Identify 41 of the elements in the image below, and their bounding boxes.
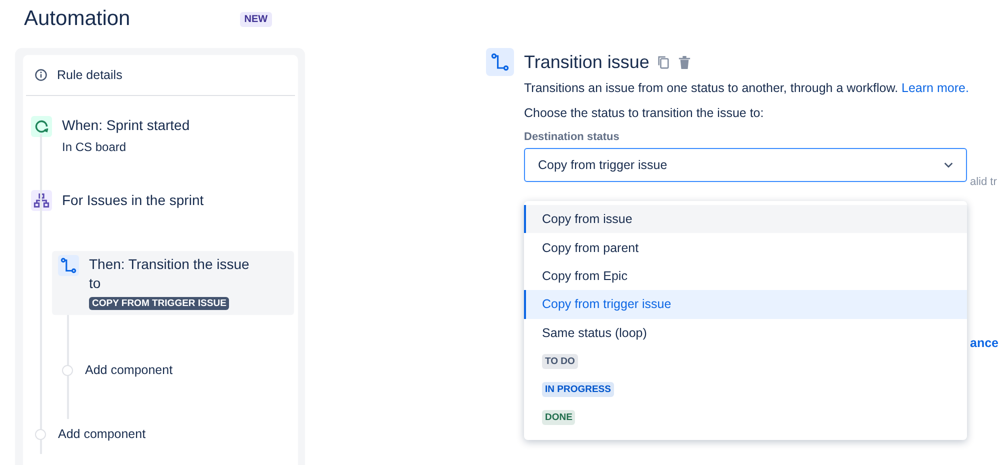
add-component-item[interactable]: Add component xyxy=(52,363,295,377)
panel-title: Transition issue xyxy=(524,52,650,72)
branch-step[interactable]: For Issues in the sprint xyxy=(26,190,295,211)
add-component-item[interactable]: Add component xyxy=(26,427,295,441)
copy-icon[interactable] xyxy=(657,54,670,70)
description-text: Transitions an issue from one status to another, through a workflow. Learn more. xyxy=(524,81,970,95)
chevron-down-icon xyxy=(943,161,954,169)
trash-icon[interactable] xyxy=(678,54,692,70)
status-lozenge: TO DO xyxy=(542,354,578,369)
dropdown-option[interactable]: DONE xyxy=(524,404,967,432)
status-tag: COPY FROM TRIGGER ISSUE xyxy=(89,297,230,310)
trigger-title: When: Sprint started xyxy=(62,116,190,135)
prompt-text: Choose the status to transition the issue to: xyxy=(524,106,765,120)
info-icon xyxy=(34,68,48,82)
field-label: Destination status xyxy=(524,131,620,143)
dropdown-option[interactable]: Copy from trigger issue xyxy=(524,290,967,319)
rule-details-item[interactable]: Rule details xyxy=(26,55,295,96)
trigger-subtitle: In CS board xyxy=(62,140,128,154)
action-step[interactable]: Then: Transition the issue to COPY FROM TRIGGER ISSUE xyxy=(52,251,294,315)
hierarchy-icon xyxy=(31,190,52,211)
dropdown-option[interactable]: Copy from Epic xyxy=(524,262,967,290)
rule-details-label: Rule details xyxy=(57,68,122,82)
status-lozenge: IN PROGRESS xyxy=(542,382,614,398)
trigger-step[interactable]: When: Sprint started In CS board xyxy=(26,116,295,154)
page-title: Automation xyxy=(24,7,130,31)
dropdown-option[interactable]: IN PROGRESS xyxy=(524,375,967,404)
branch-title: For Issues in the sprint xyxy=(62,191,204,210)
dropdown-option[interactable]: TO DO xyxy=(524,346,967,376)
dropdown-option[interactable]: Copy from issue xyxy=(524,205,967,234)
dropdown-option[interactable]: Same status (loop) xyxy=(524,318,967,347)
sprint-icon xyxy=(31,116,52,137)
destination-status-select[interactable]: Copy from trigger issue xyxy=(524,148,967,182)
new-badge: NEW xyxy=(240,12,272,26)
transition-icon xyxy=(486,48,514,76)
learn-more-link[interactable]: Learn more. xyxy=(902,81,969,95)
cancel-link[interactable]: ance xyxy=(970,336,998,350)
action-title: Then: Transition the issue to xyxy=(89,255,250,293)
helper-text: alid tr xyxy=(970,176,997,188)
transition-icon xyxy=(58,255,79,276)
status-lozenge: DONE xyxy=(542,410,576,426)
dropdown-option[interactable]: Copy from parent xyxy=(524,233,967,262)
